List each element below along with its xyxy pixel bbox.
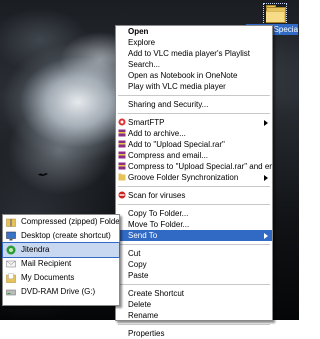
- menu-item-paste[interactable]: Paste: [116, 270, 272, 281]
- menu-item-add-to-archive[interactable]: Add to archive...: [116, 128, 272, 139]
- menu-item-smartftp[interactable]: SmartFTP: [116, 117, 272, 128]
- menu-item-rename[interactable]: Rename: [116, 310, 272, 321]
- menu-item-label: Delete: [128, 300, 152, 309]
- menu-item-label: Add to "Upload Special.rar": [128, 140, 225, 149]
- menu-item-open[interactable]: Open: [116, 26, 272, 37]
- send-to-item-mail-recipient[interactable]: Mail Recipient: [3, 257, 119, 271]
- menu-item-add-to-upload-special-rar[interactable]: Add to "Upload Special.rar": [116, 139, 272, 150]
- send-to-item-label: Jitendra: [21, 245, 50, 254]
- desktop-icon: [6, 231, 16, 241]
- menu-item-label: Play with VLC media player: [128, 82, 226, 91]
- menu-item-cut[interactable]: Cut: [116, 248, 272, 259]
- menu-item-label: Create Shortcut: [128, 289, 185, 298]
- zip-folder-icon: [6, 217, 16, 227]
- menu-item-label: Copy To Folder...: [128, 209, 189, 218]
- user-icon: [6, 245, 16, 255]
- menu-item-label: Compress and email...: [128, 151, 209, 160]
- winrar-icon: [118, 162, 126, 170]
- antivirus-icon: [118, 191, 126, 199]
- menu-item-label: Add to archive...: [128, 129, 186, 138]
- menu-separator: [118, 95, 270, 96]
- send-to-item-label: Mail Recipient: [21, 259, 72, 268]
- menu-separator: [118, 186, 270, 187]
- submenu-arrow-icon: [264, 175, 268, 181]
- winrar-icon: [118, 129, 126, 137]
- winrar-icon: [118, 151, 126, 159]
- menu-item-properties[interactable]: Properties: [116, 328, 272, 339]
- menu-separator: [118, 204, 270, 205]
- submenu-arrow-icon: [264, 120, 268, 126]
- menu-item-copy[interactable]: Copy: [116, 259, 272, 270]
- send-to-item-compressed-zipped-folder[interactable]: Compressed (zipped) Folder: [3, 215, 119, 229]
- send-to-item-label: Compressed (zipped) Folder: [21, 217, 119, 226]
- menu-item-label: Compress to "Upload Special.rar" and ema…: [128, 162, 272, 171]
- menu-separator: [118, 113, 270, 114]
- send-to-item-dvd-ram-drive-g[interactable]: DVD-RAM Drive (G:): [3, 285, 119, 299]
- send-to-item-desktop-create-shortcut[interactable]: Desktop (create shortcut): [3, 229, 119, 243]
- menu-item-label: Rename: [128, 311, 159, 320]
- menu-item-label: Cut: [128, 249, 141, 258]
- menu-item-add-to-vlc-media-player-s-playlist[interactable]: Add to VLC media player's Playlist: [116, 48, 272, 59]
- send-to-item-jitendra[interactable]: Jitendra: [2, 242, 120, 258]
- menu-item-label: SmartFTP: [128, 118, 165, 127]
- submenu-arrow-icon: [264, 233, 268, 239]
- menu-item-label: Scan for viruses: [128, 191, 186, 200]
- menu-item-play-with-vlc-media-player[interactable]: Play with VLC media player: [116, 81, 272, 92]
- my-documents-icon: [6, 273, 16, 283]
- menu-item-compress-to-upload-special-rar-and-email[interactable]: Compress to "Upload Special.rar" and ema…: [116, 161, 272, 172]
- menu-item-create-shortcut[interactable]: Create Shortcut: [116, 288, 272, 299]
- dvd-drive-icon: [6, 287, 16, 297]
- menu-item-label: Sharing and Security...: [128, 100, 209, 109]
- menu-item-explore[interactable]: Explore: [116, 37, 272, 48]
- menu-item-label: Add to VLC media player's Playlist: [128, 49, 251, 58]
- menu-item-label: Paste: [128, 271, 149, 280]
- menu-item-label: Explore: [128, 38, 156, 47]
- upload-special-folder-icon[interactable]: [263, 3, 287, 25]
- menu-item-groove-folder-synchronization[interactable]: Groove Folder Synchronization: [116, 172, 272, 183]
- menu-item-search[interactable]: Search...: [116, 59, 272, 70]
- menu-item-move-to-folder[interactable]: Move To Folder...: [116, 219, 272, 230]
- menu-item-label: Open as Notebook in OneNote: [128, 71, 238, 80]
- menu-item-compress-and-email[interactable]: Compress and email...: [116, 150, 272, 161]
- winrar-icon: [118, 140, 126, 148]
- groove-icon: [118, 173, 126, 181]
- menu-item-label: Open: [128, 27, 149, 36]
- menu-item-open-as-notebook-in-onenote[interactable]: Open as Notebook in OneNote: [116, 70, 272, 81]
- menu-item-copy-to-folder[interactable]: Copy To Folder...: [116, 208, 272, 219]
- menu-item-sharing-and-security[interactable]: Sharing and Security...: [116, 99, 272, 110]
- smartftp-icon: [118, 118, 126, 126]
- menu-separator: [118, 284, 270, 285]
- menu-separator: [118, 244, 270, 245]
- bird-silhouette: [38, 173, 48, 176]
- menu-item-label: Send To: [128, 231, 158, 240]
- send-to-item-my-documents[interactable]: My Documents: [3, 271, 119, 285]
- menu-item-label: Move To Folder...: [128, 220, 190, 229]
- menu-item-label: Properties: [128, 329, 165, 338]
- menu-item-label: Groove Folder Synchronization: [128, 173, 239, 182]
- mail-icon: [6, 259, 16, 269]
- send-to-item-label: My Documents: [21, 273, 75, 282]
- menu-item-scan-for-viruses[interactable]: Scan for viruses: [116, 190, 272, 201]
- menu-item-label: Copy: [128, 260, 147, 269]
- send-to-item-label: DVD-RAM Drive (G:): [21, 287, 96, 296]
- menu-separator: [118, 324, 270, 325]
- menu-item-delete[interactable]: Delete: [116, 299, 272, 310]
- send-to-item-label: Desktop (create shortcut): [21, 231, 111, 240]
- menu-item-label: Search...: [128, 60, 161, 69]
- send-to-submenu: Compressed (zipped) Folder Desktop (creat…: [2, 214, 120, 306]
- context-menu: Open Explore Add to VLC media player's Pla…: [115, 25, 273, 338]
- menu-item-send-to[interactable]: Send To: [116, 230, 272, 241]
